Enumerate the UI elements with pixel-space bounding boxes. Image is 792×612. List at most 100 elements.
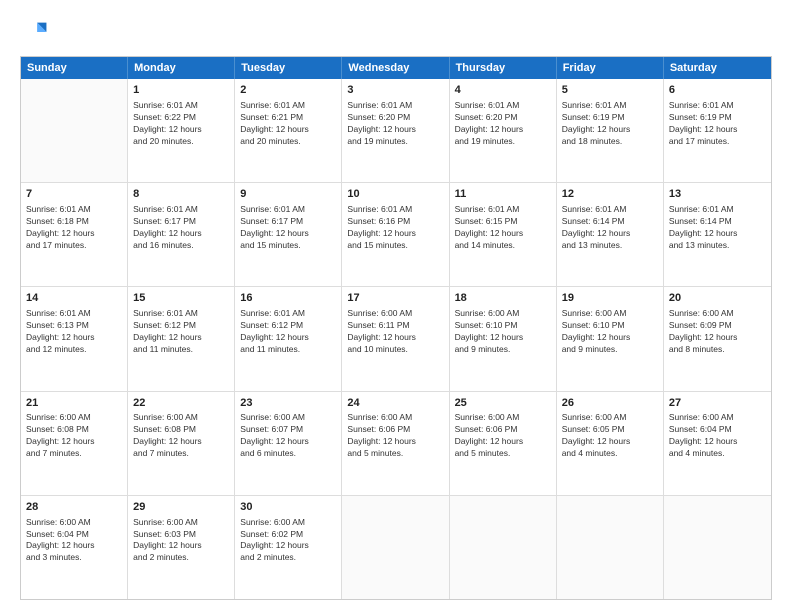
cell-info: Sunrise: 6:01 AM Sunset: 6:15 PM Dayligh…	[455, 204, 551, 252]
cell-info: Sunrise: 6:00 AM Sunset: 6:04 PM Dayligh…	[26, 517, 122, 565]
day-number: 10	[347, 187, 443, 202]
calendar-cell: 13 Sunrise: 6:01 AM Sunset: 6:14 PM Dayli…	[664, 183, 771, 286]
day-number: 17	[347, 291, 443, 306]
calendar-cell: 17 Sunrise: 6:00 AM Sunset: 6:11 PM Dayli…	[342, 287, 449, 390]
calendar-cell: 28 Sunrise: 6:00 AM Sunset: 6:04 PM Dayli…	[21, 496, 128, 599]
calendar-cell: 20 Sunrise: 6:00 AM Sunset: 6:09 PM Dayli…	[664, 287, 771, 390]
cell-info: Sunrise: 6:01 AM Sunset: 6:17 PM Dayligh…	[133, 204, 229, 252]
calendar-cell	[21, 79, 128, 182]
day-number: 4	[455, 83, 551, 98]
day-number: 29	[133, 500, 229, 515]
day-number: 5	[562, 83, 658, 98]
cell-info: Sunrise: 6:01 AM Sunset: 6:16 PM Dayligh…	[347, 204, 443, 252]
calendar-cell: 4 Sunrise: 6:01 AM Sunset: 6:20 PM Daylig…	[450, 79, 557, 182]
calendar-cell: 9 Sunrise: 6:01 AM Sunset: 6:17 PM Daylig…	[235, 183, 342, 286]
calendar-cell: 23Sunrise: 6:00 AM Sunset: 6:07 PM Dayli…	[235, 392, 342, 495]
cell-info: Sunrise: 6:01 AM Sunset: 6:21 PM Dayligh…	[240, 100, 336, 148]
calendar-cell: 7 Sunrise: 6:01 AM Sunset: 6:18 PM Daylig…	[21, 183, 128, 286]
calendar-cell	[342, 496, 449, 599]
calendar-cell: 24Sunrise: 6:00 AM Sunset: 6:06 PM Dayli…	[342, 392, 449, 495]
day-number: 16	[240, 291, 336, 306]
cell-info: Sunrise: 6:00 AM Sunset: 6:10 PM Dayligh…	[455, 308, 551, 356]
day-number: 15	[133, 291, 229, 306]
cell-info: Sunrise: 6:00 AM Sunset: 6:05 PM Dayligh…	[562, 412, 658, 460]
cell-info: Sunrise: 6:00 AM Sunset: 6:08 PM Dayligh…	[26, 412, 122, 460]
page-header	[20, 18, 772, 46]
calendar-cell: 12Sunrise: 6:01 AM Sunset: 6:14 PM Dayli…	[557, 183, 664, 286]
cell-info: Sunrise: 6:01 AM Sunset: 6:18 PM Dayligh…	[26, 204, 122, 252]
cell-info: Sunrise: 6:00 AM Sunset: 6:09 PM Dayligh…	[669, 308, 766, 356]
cell-info: Sunrise: 6:01 AM Sunset: 6:13 PM Dayligh…	[26, 308, 122, 356]
cell-info: Sunrise: 6:00 AM Sunset: 6:10 PM Dayligh…	[562, 308, 658, 356]
day-number: 2	[240, 83, 336, 98]
day-number: 7	[26, 187, 122, 202]
logo	[20, 18, 52, 46]
day-number: 1	[133, 83, 229, 98]
cell-info: Sunrise: 6:01 AM Sunset: 6:14 PM Dayligh…	[669, 204, 766, 252]
calendar-body: 1 Sunrise: 6:01 AM Sunset: 6:22 PM Daylig…	[21, 79, 771, 599]
header-cell-thursday: Thursday	[450, 57, 557, 79]
calendar-cell: 25Sunrise: 6:00 AM Sunset: 6:06 PM Dayli…	[450, 392, 557, 495]
day-number: 22	[133, 396, 229, 411]
cell-info: Sunrise: 6:01 AM Sunset: 6:22 PM Dayligh…	[133, 100, 229, 148]
cell-info: Sunrise: 6:00 AM Sunset: 6:06 PM Dayligh…	[347, 412, 443, 460]
cell-info: Sunrise: 6:01 AM Sunset: 6:19 PM Dayligh…	[669, 100, 766, 148]
header-cell-sunday: Sunday	[21, 57, 128, 79]
calendar-cell: 18 Sunrise: 6:00 AM Sunset: 6:10 PM Dayli…	[450, 287, 557, 390]
day-number: 21	[26, 396, 122, 411]
day-number: 9	[240, 187, 336, 202]
day-number: 18	[455, 291, 551, 306]
day-number: 26	[562, 396, 658, 411]
header-cell-tuesday: Tuesday	[235, 57, 342, 79]
cell-info: Sunrise: 6:00 AM Sunset: 6:11 PM Dayligh…	[347, 308, 443, 356]
cell-info: Sunrise: 6:01 AM Sunset: 6:17 PM Dayligh…	[240, 204, 336, 252]
day-number: 27	[669, 396, 766, 411]
header-cell-saturday: Saturday	[664, 57, 771, 79]
day-number: 25	[455, 396, 551, 411]
calendar-cell: 29 Sunrise: 6:00 AM Sunset: 6:03 PM Dayli…	[128, 496, 235, 599]
logo-icon	[20, 18, 48, 46]
cell-info: Sunrise: 6:00 AM Sunset: 6:08 PM Dayligh…	[133, 412, 229, 460]
cell-info: Sunrise: 6:00 AM Sunset: 6:07 PM Dayligh…	[240, 412, 336, 460]
cell-info: Sunrise: 6:00 AM Sunset: 6:04 PM Dayligh…	[669, 412, 766, 460]
day-number: 6	[669, 83, 766, 98]
day-number: 3	[347, 83, 443, 98]
calendar-cell: 2 Sunrise: 6:01 AM Sunset: 6:21 PM Daylig…	[235, 79, 342, 182]
calendar-cell: 27Sunrise: 6:00 AM Sunset: 6:04 PM Dayli…	[664, 392, 771, 495]
cell-info: Sunrise: 6:00 AM Sunset: 6:03 PM Dayligh…	[133, 517, 229, 565]
calendar-cell: 11 Sunrise: 6:01 AM Sunset: 6:15 PM Dayli…	[450, 183, 557, 286]
calendar-cell	[664, 496, 771, 599]
day-number: 23	[240, 396, 336, 411]
calendar: SundayMondayTuesdayWednesdayThursdayFrid…	[20, 56, 772, 600]
calendar-cell: 21Sunrise: 6:00 AM Sunset: 6:08 PM Dayli…	[21, 392, 128, 495]
day-number: 19	[562, 291, 658, 306]
cell-info: Sunrise: 6:01 AM Sunset: 6:20 PM Dayligh…	[455, 100, 551, 148]
calendar-row-3: 21Sunrise: 6:00 AM Sunset: 6:08 PM Dayli…	[21, 391, 771, 495]
day-number: 8	[133, 187, 229, 202]
calendar-row-4: 28 Sunrise: 6:00 AM Sunset: 6:04 PM Dayli…	[21, 495, 771, 599]
calendar-cell: 19 Sunrise: 6:00 AM Sunset: 6:10 PM Dayli…	[557, 287, 664, 390]
day-number: 11	[455, 187, 551, 202]
header-cell-wednesday: Wednesday	[342, 57, 449, 79]
day-number: 13	[669, 187, 766, 202]
calendar-row-2: 14 Sunrise: 6:01 AM Sunset: 6:13 PM Dayli…	[21, 286, 771, 390]
calendar-cell: 10 Sunrise: 6:01 AM Sunset: 6:16 PM Dayli…	[342, 183, 449, 286]
header-cell-friday: Friday	[557, 57, 664, 79]
day-number: 24	[347, 396, 443, 411]
calendar-cell: 26Sunrise: 6:00 AM Sunset: 6:05 PM Dayli…	[557, 392, 664, 495]
day-number: 30	[240, 500, 336, 515]
day-number: 14	[26, 291, 122, 306]
calendar-cell: 1 Sunrise: 6:01 AM Sunset: 6:22 PM Daylig…	[128, 79, 235, 182]
cell-info: Sunrise: 6:01 AM Sunset: 6:20 PM Dayligh…	[347, 100, 443, 148]
calendar-row-1: 7 Sunrise: 6:01 AM Sunset: 6:18 PM Daylig…	[21, 182, 771, 286]
cell-info: Sunrise: 6:00 AM Sunset: 6:06 PM Dayligh…	[455, 412, 551, 460]
cell-info: Sunrise: 6:01 AM Sunset: 6:19 PM Dayligh…	[562, 100, 658, 148]
cell-info: Sunrise: 6:01 AM Sunset: 6:14 PM Dayligh…	[562, 204, 658, 252]
day-number: 20	[669, 291, 766, 306]
day-number: 28	[26, 500, 122, 515]
calendar-cell	[557, 496, 664, 599]
calendar-cell: 16Sunrise: 6:01 AM Sunset: 6:12 PM Dayli…	[235, 287, 342, 390]
calendar-cell: 3 Sunrise: 6:01 AM Sunset: 6:20 PM Daylig…	[342, 79, 449, 182]
calendar-cell: 15 Sunrise: 6:01 AM Sunset: 6:12 PM Dayli…	[128, 287, 235, 390]
cell-info: Sunrise: 6:01 AM Sunset: 6:12 PM Dayligh…	[133, 308, 229, 356]
